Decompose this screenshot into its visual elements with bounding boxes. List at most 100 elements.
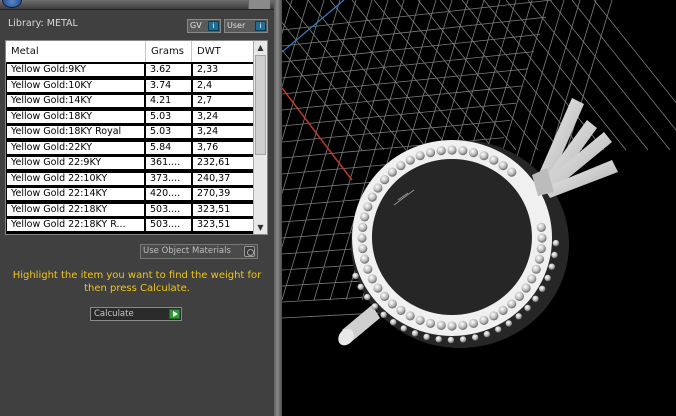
- ring-model[interactable]: [335, 98, 618, 348]
- bead: [479, 151, 489, 161]
- bead: [447, 145, 457, 155]
- bead: [357, 283, 364, 291]
- bead: [531, 264, 541, 274]
- bead: [507, 167, 517, 177]
- table-row[interactable]: Yellow Gold:14KY 4.21 2,7: [6, 94, 254, 108]
- 3d-viewport[interactable]: [201, 0, 676, 416]
- bead: [405, 311, 415, 321]
- grams-cell: 373....: [146, 172, 191, 185]
- bead: [507, 299, 517, 309]
- calculate-button[interactable]: Calculate: [90, 307, 182, 321]
- table-row[interactable]: Yellow Gold:10KY 3.74 2,4: [6, 78, 254, 92]
- table-row[interactable]: Yellow Gold:18KY 5.03 3,24: [6, 109, 254, 123]
- bead: [380, 175, 390, 185]
- bead: [532, 295, 539, 302]
- bead: [373, 183, 383, 193]
- grams-cell: 361....: [146, 157, 191, 169]
- column-header-grams[interactable]: Grams: [146, 41, 192, 62]
- bead: [371, 303, 379, 310]
- table-scrollbar[interactable]: ▲ ▼: [253, 41, 267, 234]
- radio-icon[interactable]: [244, 246, 255, 257]
- scroll-thumb[interactable]: [255, 55, 266, 155]
- bead: [447, 321, 457, 331]
- grams-cell: 5.03: [146, 126, 191, 138]
- bead: [357, 233, 367, 243]
- grams-cell: 503....: [146, 203, 191, 216]
- bead: [435, 336, 442, 343]
- metal-cell: Yellow Gold:18KY Royal: [7, 126, 144, 138]
- play-arrow-icon: [169, 309, 180, 319]
- metal-table[interactable]: Metal Grams DWT Yellow Gold:9KY 3.62 2,33 Y…: [5, 40, 268, 235]
- dwt-cell: 2,7: [193, 95, 253, 107]
- calculate-label: Calculate: [94, 309, 134, 319]
- close-panel-button[interactable]: [248, 0, 270, 9]
- bead: [360, 212, 370, 222]
- bead: [373, 283, 383, 293]
- library-label: Library: METAL: [8, 18, 78, 29]
- bead: [458, 320, 468, 330]
- table-row[interactable]: Yellow Gold 22:9KY 361.... 232,61: [6, 156, 254, 170]
- bead: [425, 148, 436, 158]
- metal-cell: Yellow Gold:9KY: [7, 64, 144, 76]
- panel-title-bar: [0, 0, 274, 10]
- gv-button[interactable]: GV i: [187, 19, 221, 33]
- bead: [495, 326, 502, 333]
- grams-cell: 3.62: [146, 64, 191, 76]
- bead: [390, 319, 397, 326]
- bead: [468, 148, 479, 158]
- dwt-cell: 232,61: [193, 157, 253, 169]
- bead: [536, 244, 546, 254]
- bead: [447, 336, 455, 344]
- bead: [380, 291, 390, 301]
- table-header: Metal Grams DWT: [6, 41, 254, 62]
- panel-splitter[interactable]: [274, 0, 282, 416]
- metal-cell: Yellow Gold 22:9KY: [7, 157, 144, 169]
- bead: [536, 222, 546, 232]
- table-row[interactable]: Yellow Gold 22:18KY 503.... 323,51: [6, 202, 254, 216]
- dwt-cell: 323,51: [193, 219, 253, 231]
- viewport-scene: [201, 0, 676, 348]
- dwt-cell: 3,24: [193, 110, 253, 123]
- table-row[interactable]: Yellow Gold 22:18KY R... 503.... 323,51: [6, 218, 254, 232]
- bead: [459, 336, 467, 343]
- user-button[interactable]: User i: [224, 19, 268, 33]
- bead: [423, 333, 430, 341]
- table-row[interactable]: Yellow Gold:18KY Royal 5.03 3,24: [6, 125, 254, 139]
- bead: [489, 311, 499, 321]
- table-row[interactable]: Yellow Gold:22KY 5.84 3,76: [6, 140, 254, 154]
- chevron-up-icon[interactable]: ▲: [254, 42, 267, 54]
- bead: [489, 155, 499, 165]
- use-object-materials-toggle[interactable]: Use Object Materials: [140, 244, 258, 259]
- column-header-metal[interactable]: Metal: [6, 41, 146, 62]
- metal-cell: Yellow Gold 22:14KY: [7, 188, 144, 200]
- use-object-materials-label: Use Object Materials: [143, 246, 231, 256]
- app-icon[interactable]: [2, 0, 22, 8]
- metal-cell: Yellow Gold:10KY: [7, 79, 144, 92]
- user-button-label: User: [227, 21, 246, 30]
- chevron-down-icon[interactable]: ▼: [254, 222, 267, 234]
- metal-cell: Yellow Gold 22:10KY: [7, 172, 144, 185]
- bead: [352, 272, 359, 280]
- table-row[interactable]: Yellow Gold 22:10KY 373.... 240,37: [6, 171, 254, 185]
- bead: [396, 305, 406, 315]
- bead: [468, 318, 479, 328]
- bead: [483, 330, 491, 338]
- bead: [363, 202, 373, 212]
- instruction-text: Highlight the item you want to find the …: [12, 270, 262, 294]
- weight-calculator-panel: Library: METAL GV i User i Metal Grams D…: [0, 0, 274, 416]
- metal-cell: Yellow Gold:14KY: [7, 95, 144, 107]
- grams-cell: 5.03: [146, 110, 191, 123]
- table-row[interactable]: Yellow Gold:9KY 3.62 2,33: [6, 63, 254, 77]
- bead: [425, 318, 436, 328]
- bead: [436, 146, 446, 156]
- bead: [358, 222, 368, 232]
- bead: [524, 304, 531, 312]
- column-header-dwt[interactable]: DWT: [192, 41, 254, 62]
- ring-peg: [338, 305, 380, 346]
- bead: [498, 161, 508, 171]
- bead: [364, 293, 371, 301]
- table-row[interactable]: Yellow Gold 22:14KY 420.... 270,39: [6, 187, 254, 201]
- grams-cell: 503....: [146, 219, 191, 231]
- dwt-cell: 2,33: [193, 64, 253, 76]
- info-icon: i: [255, 21, 266, 31]
